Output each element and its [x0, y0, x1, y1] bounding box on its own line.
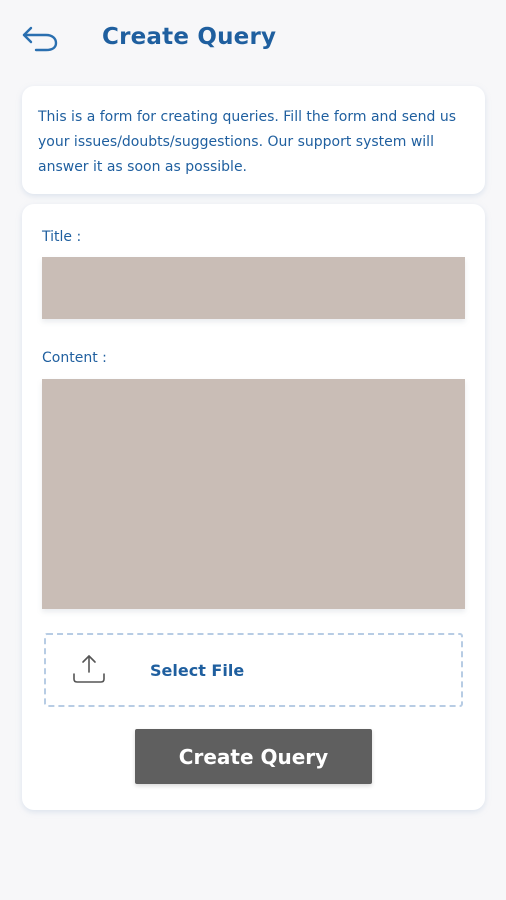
info-text: This is a form for creating queries. Fil…: [38, 109, 457, 175]
content-textarea[interactable]: [42, 379, 465, 609]
select-file-label: Select File: [150, 661, 245, 680]
create-query-button[interactable]: Create Query: [135, 729, 372, 784]
title-label: Title :: [42, 229, 82, 245]
back-arrow-icon: [22, 26, 58, 52]
app-header: Create Query: [0, 0, 506, 82]
title-input[interactable]: [42, 257, 465, 319]
info-card: This is a form for creating queries. Fil…: [22, 86, 485, 194]
content-label: Content :: [42, 350, 107, 366]
select-file-dropzone[interactable]: Select File: [44, 633, 463, 707]
back-button[interactable]: [20, 24, 60, 56]
query-form: Title : Content : Select File Create Que…: [22, 204, 485, 810]
upload-icon: [71, 652, 107, 688]
page-title: Create Query: [102, 24, 277, 50]
